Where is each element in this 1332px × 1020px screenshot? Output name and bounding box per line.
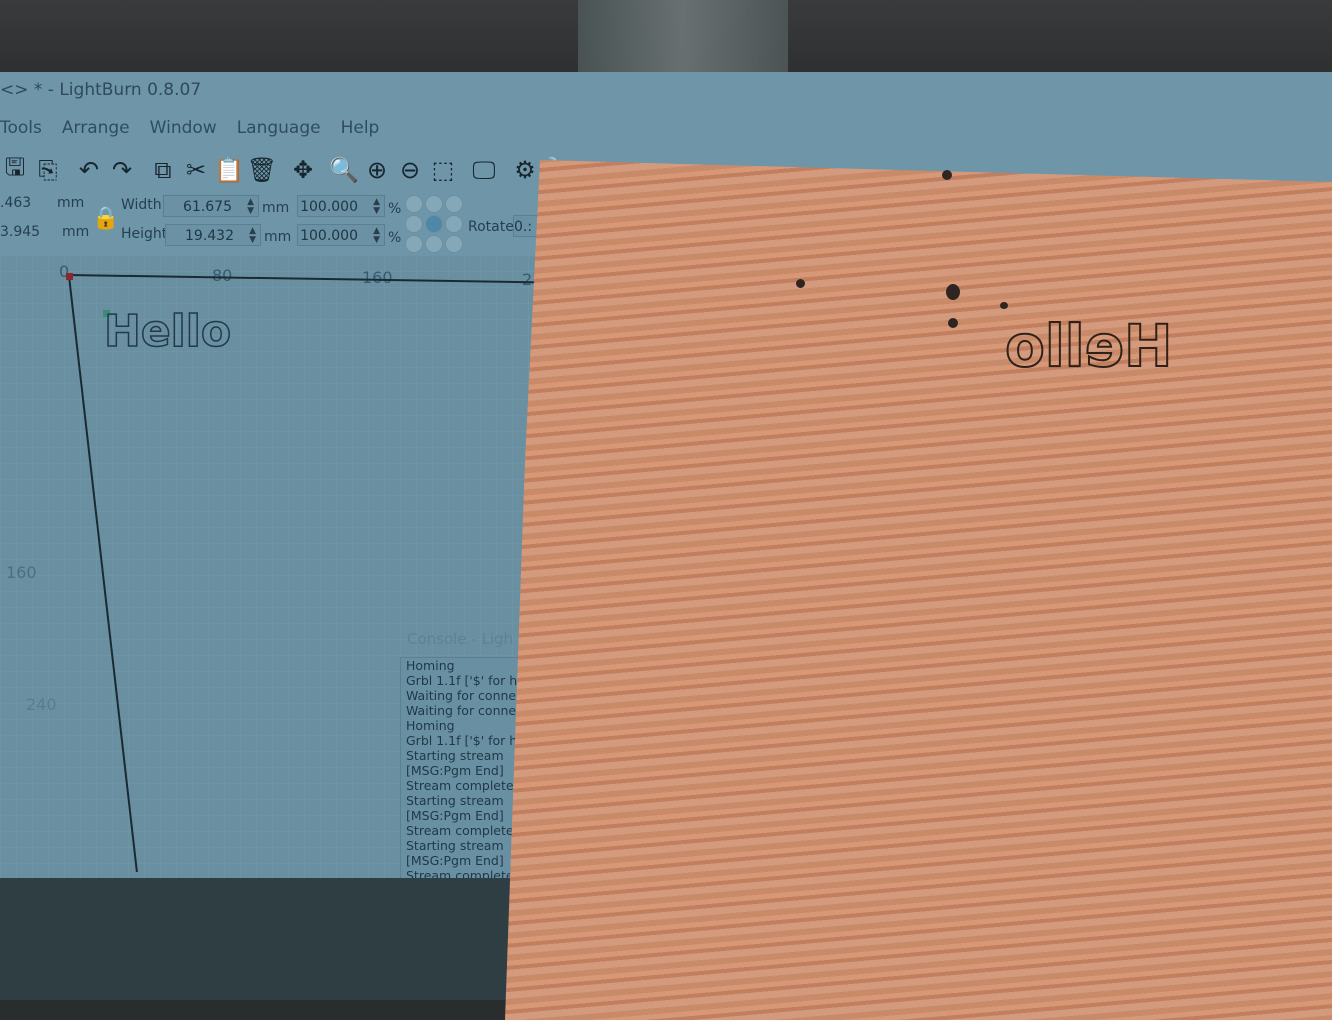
- height-percent-sign: %: [388, 230, 402, 246]
- menu-window[interactable]: Window: [150, 118, 217, 148]
- width-unit: mm: [262, 200, 290, 216]
- height-label: Height: [121, 226, 168, 242]
- copy-icon[interactable]: ⧉: [148, 155, 178, 185]
- canvas-text-object[interactable]: Hello: [103, 305, 232, 358]
- zoom-in-icon[interactable]: ⊕: [362, 155, 392, 185]
- burn-mark: [948, 318, 958, 328]
- save-icon[interactable]: 🖫: [0, 153, 30, 185]
- paste-icon[interactable]: 📋: [214, 155, 244, 185]
- width-percent-sign: %: [388, 201, 402, 217]
- origin-marker: [66, 273, 73, 280]
- ruler-y-tick: 160: [6, 563, 37, 582]
- width-label: Width: [121, 197, 162, 213]
- console-title: Console - Ligh: [407, 630, 514, 648]
- window-title: <> * - LightBurn 0.8.07: [0, 80, 202, 100]
- height-unit: mm: [264, 229, 292, 245]
- width-percent-input[interactable]: 100.000 ▲ ▼: [297, 195, 385, 217]
- burn-mark: [1000, 302, 1008, 309]
- menu-tools[interactable]: Tools: [0, 118, 42, 148]
- tape-strip: [578, 0, 788, 82]
- delete-icon[interactable]: 🗑: [247, 155, 277, 185]
- x-position-value[interactable]: .463: [0, 195, 31, 211]
- y-position-value[interactable]: 3.945: [0, 224, 40, 240]
- zoom-out-icon[interactable]: ⊖: [395, 155, 425, 185]
- x-unit: mm: [57, 195, 85, 211]
- anchor-center[interactable]: [425, 215, 443, 233]
- zoom-selection-icon[interactable]: ⬚: [428, 155, 458, 185]
- zoom-page-icon[interactable]: 🔍: [329, 155, 359, 185]
- ruler-y-tick: 240: [26, 695, 57, 714]
- height-percent-input[interactable]: 100.000 ▲ ▼: [297, 224, 385, 246]
- laptop-lower-bezel: [0, 878, 520, 1000]
- burn-mark: [942, 170, 952, 180]
- width-input[interactable]: 61.675 ▲ ▼: [163, 195, 259, 217]
- engraved-text: Hello: [1004, 311, 1174, 381]
- menu-bar: Tools Arrange Window Language Help: [0, 118, 399, 148]
- anchor-top-left[interactable]: [405, 195, 423, 213]
- redo-icon[interactable]: ↷: [107, 155, 137, 185]
- anchor-left[interactable]: [405, 215, 423, 233]
- lock-icon[interactable]: 🔒: [92, 206, 119, 231]
- anchor-point-selector[interactable]: [405, 195, 463, 253]
- menu-language[interactable]: Language: [237, 118, 321, 148]
- burn-mark: [946, 284, 960, 300]
- move-icon[interactable]: ✥: [288, 155, 318, 185]
- cut-icon[interactable]: ✂: [181, 155, 211, 185]
- wood-board: [505, 160, 1332, 1020]
- anchor-top-right[interactable]: [445, 195, 463, 213]
- rotate-label: Rotate: [468, 219, 514, 235]
- menu-arrange[interactable]: Arrange: [62, 118, 130, 148]
- anchor-top[interactable]: [425, 195, 443, 213]
- anchor-right[interactable]: [445, 215, 463, 233]
- burn-mark: [796, 279, 805, 288]
- anchor-bottom-right[interactable]: [445, 235, 463, 253]
- anchor-bottom[interactable]: [425, 235, 443, 253]
- monitor-icon[interactable]: 🖵: [469, 155, 499, 185]
- ruler-x-tick: 2: [522, 270, 533, 289]
- main-toolbar: 🖫⎘↶↷⧉✂📋🗑✥🔍⊕⊖⬚🖵⚙🔧: [0, 152, 576, 188]
- anchor-bottom-left[interactable]: [405, 235, 423, 253]
- ruler-x-tick: 160: [362, 268, 393, 287]
- undo-icon[interactable]: ↶: [74, 155, 104, 185]
- settings-icon[interactable]: ⚙: [510, 155, 540, 185]
- height-input[interactable]: 19.432 ▲ ▼: [165, 224, 261, 246]
- import-icon[interactable]: ⎘: [33, 155, 63, 185]
- y-unit: mm: [62, 224, 90, 240]
- menu-help[interactable]: Help: [341, 118, 380, 148]
